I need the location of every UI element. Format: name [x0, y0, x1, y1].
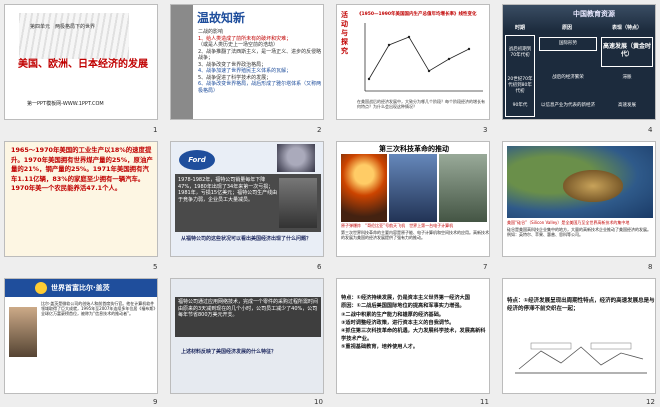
- slide-body: 特点：①经济持续发展，仍是资本主义世界第一经济大国 原因：①二战后美国国际地位的…: [341, 295, 489, 353]
- text-box: 1978-1982年，福特公司销量每年下降47%，1980年出现了34年来第一次…: [175, 174, 321, 232]
- footer-text: 第一PPT模板网-WWW.1PPT.COM: [27, 101, 104, 107]
- globe-icon: [35, 282, 47, 294]
- line: 6、战争改变世界格局，战后形成了雅尔塔体系（又称两极格局）: [198, 81, 322, 94]
- slide-thumbnail-4[interactable]: 中国教育资源 时期 原因 表现（特点） 战后初期到70年代初 国际形势 高速发展…: [502, 4, 656, 120]
- map-overlay: [563, 170, 623, 202]
- slide-thumbnail-7[interactable]: 第三次科技革命的推动 原子弹爆炸 “哥伦比亚”号航天飞机 世界上第一台电子计算机…: [336, 141, 490, 257]
- line: 2、战争推翻了法西斯主义，是一场正义、进步的反侵略战争；: [198, 48, 322, 62]
- vertical-label: 活动与探究: [341, 11, 348, 55]
- slide-thumbnail-1[interactable]: 第四单元 两极格局下的世界 美国、欧洲、日本经济的发展 第一PPT模板网-WWW…: [4, 4, 158, 120]
- table-cell: 战后初期到70年代初: [508, 47, 532, 58]
- portrait-image: [9, 307, 37, 357]
- slide-thumbnail-3[interactable]: 活动与探究 《1950—1990年美国国内生产总值年均增长率》线性变化 在美国战…: [336, 4, 490, 120]
- question-text: 从福特公司的这些状况可以看出美国经济出现了什么问题？: [181, 236, 312, 242]
- question-text: 在美国战后的经济发展中，大致分为哪几个阶段？每个阶段经济的增长有何特点？为什么会…: [357, 99, 485, 109]
- point: ⑤重视基础教育，培养使用人才。: [341, 344, 419, 351]
- table-cell: 国际形势: [559, 41, 577, 46]
- slide-number-4: 4: [648, 126, 653, 134]
- slide-body: 比尔·盖茨是微软公司的创始人和前首席执行官。他在计算机软件领域取得了巨大成就，1…: [41, 301, 156, 316]
- computer-image: [439, 154, 487, 222]
- slide-body: 福特公司通过应用网络技术，完成一个零件的采购过程所需时间由原来的3天减到现在的几…: [178, 299, 319, 318]
- explosion-image: [341, 154, 387, 222]
- slide-body: 1965～1970年美国的工业生产以18%的速度提升。1970年美国拥有世界煤产…: [11, 146, 153, 193]
- decorative-pattern: [19, 13, 129, 59]
- table-header: 表现（特点）: [611, 25, 642, 31]
- slide-thumbnail-10[interactable]: 福特公司通过应用网络技术，完成一个零件的采购过程所需时间由原来的3天减到现在的几…: [170, 278, 324, 394]
- slide-number-5: 5: [153, 263, 158, 271]
- image-captions: 原子弹爆炸 “哥伦比亚”号航天飞机 世界上第一台电子计算机: [341, 223, 454, 228]
- point: 特点：①经济持续发展，仍是资本主义世界第一经济大国: [341, 295, 470, 301]
- shuttle-image: [389, 154, 437, 222]
- slide-body: 硅谷是美国高科技企业集中的地方，大量的高新技术企业推动了美国经济的发展。例如：英…: [507, 227, 651, 237]
- slide-thumbnail-8[interactable]: 美国“硅谷”（Silicon Valley）是全美国乃至全世界高新技术的集中地 …: [502, 141, 656, 257]
- slide-number-2: 2: [317, 126, 322, 134]
- table-cell: 高速发展（黄金时代）: [602, 43, 651, 58]
- unit-label: 第四单元 两极格局下的世界: [30, 24, 96, 30]
- slide-number-6: 6: [317, 263, 322, 271]
- slide-number-9: 9: [153, 398, 158, 406]
- summary-table: 时期 原因 表现（特点） 战后初期到70年代初 国际形势 高速发展（黄金时代） …: [505, 23, 655, 119]
- slide-thumbnail-6[interactable]: Ford 1978-1982年，福特公司销量每年下降47%，1980年出现了34…: [170, 141, 324, 257]
- slide-number-12: 12: [646, 398, 655, 406]
- point: ②二战中积累的生产能力和雄厚的经济基础。: [341, 311, 444, 318]
- question-text: 上述材料反映了美国经济发展的什么特征？: [181, 349, 277, 355]
- slide-number-11: 11: [480, 398, 489, 406]
- slide-thumbnail-5[interactable]: 1965～1970年美国的工业生产以18%的速度提升。1970年美国拥有世界煤产…: [4, 141, 158, 257]
- table-cell: 90年代: [512, 103, 528, 108]
- point: 原因：①二战后美国国际地位的提高和军事实力增强。: [341, 303, 465, 310]
- slide-number-1: 1: [153, 126, 158, 134]
- robot-image: [277, 144, 315, 172]
- table-cell: 高速发展: [618, 103, 636, 108]
- table-cell: 滞胀: [622, 75, 632, 80]
- slide-number-8: 8: [648, 263, 653, 271]
- slide-heading: 温故知新: [197, 11, 246, 25]
- slide-thumbnail-11[interactable]: 特点：①经济持续发展，仍是资本主义世界第一经济大国 原因：①二战后美国国际地位的…: [336, 278, 490, 394]
- point: ④抓住第三次科技革命的机遇，大力发展科学技术，发展高新科学技术产业。: [341, 328, 486, 342]
- line-graph: [364, 23, 483, 92]
- table-cell: 以信息产业为代表的新经济: [541, 103, 595, 108]
- table-cell: 20世纪70年代初到80年代初: [507, 77, 533, 94]
- point: ③适时调整经济政策，进行资本主义的自我调节。: [341, 319, 455, 326]
- table-cell: 战后的经济繁荣: [552, 75, 584, 80]
- slide-sorter-grid: 第四单元 两极格局下的世界 美国、欧洲、日本经济的发展 第一PPT模板网-WWW…: [0, 0, 660, 407]
- slide-body: 1978-1982年，福特公司销量每年下降47%，1980年出现了34年来第一次…: [178, 177, 278, 203]
- timeline-graphic: [515, 342, 647, 374]
- text-box: 福特公司通过应用网络技术，完成一个零件的采购过程所需时间由原来的3天减到现在的几…: [175, 297, 321, 337]
- slide-title: 第三次科技革命的推动: [379, 145, 449, 153]
- logo-text: 中国教育资源: [573, 10, 615, 18]
- slide-body: 第三次世界科技革命的主要内容是原子能、电子计算机和空间技术的应用。高新技术的发展…: [341, 230, 489, 240]
- slide-title: 美国、欧洲、日本经济的发展: [18, 59, 148, 70]
- chart-caption: 《1950—1990年美国国内生产总值年均增长率》线性变化: [357, 12, 477, 17]
- table-header: 时期: [514, 25, 525, 31]
- slide-number-7: 7: [483, 263, 488, 271]
- slide-title: 世界首富比尔·盖茨: [51, 284, 110, 292]
- slide-thumbnail-12[interactable]: 特点：①经济发展呈现出周期性特点，经济的高速发展总是与经济的停滞不前交织在一起；: [502, 278, 656, 394]
- slide-thumbnail-2[interactable]: 温故知新 二战的影响 1、给人类造成了前所未有的破坏和灾难； （或是人类历史上一…: [170, 4, 324, 120]
- slide-thumbnail-9[interactable]: 世界首富比尔·盖茨 比尔·盖茨是微软公司的创始人和前首席执行官。他在计算机软件领…: [4, 278, 158, 394]
- slide-body: 二战的影响 1、给人类造成了前所未有的破坏和灾难； （或是人类历史上一场空前的浩…: [198, 29, 322, 94]
- image-caption: 美国“硅谷”（Silicon Valley）是全美国乃至全世界高新技术的集中地: [507, 220, 630, 225]
- slide-body: 特点：①经济发展呈现出周期性特点，经济的高速发展总是与经济的停滞不前交织在一起；: [507, 298, 655, 312]
- slide-number-10: 10: [314, 398, 323, 406]
- portrait-image: [279, 178, 317, 228]
- side-bar: [171, 5, 193, 119]
- ford-logo: Ford: [179, 150, 215, 170]
- table-header: 原因: [561, 25, 572, 31]
- slide-number-3: 3: [483, 126, 488, 134]
